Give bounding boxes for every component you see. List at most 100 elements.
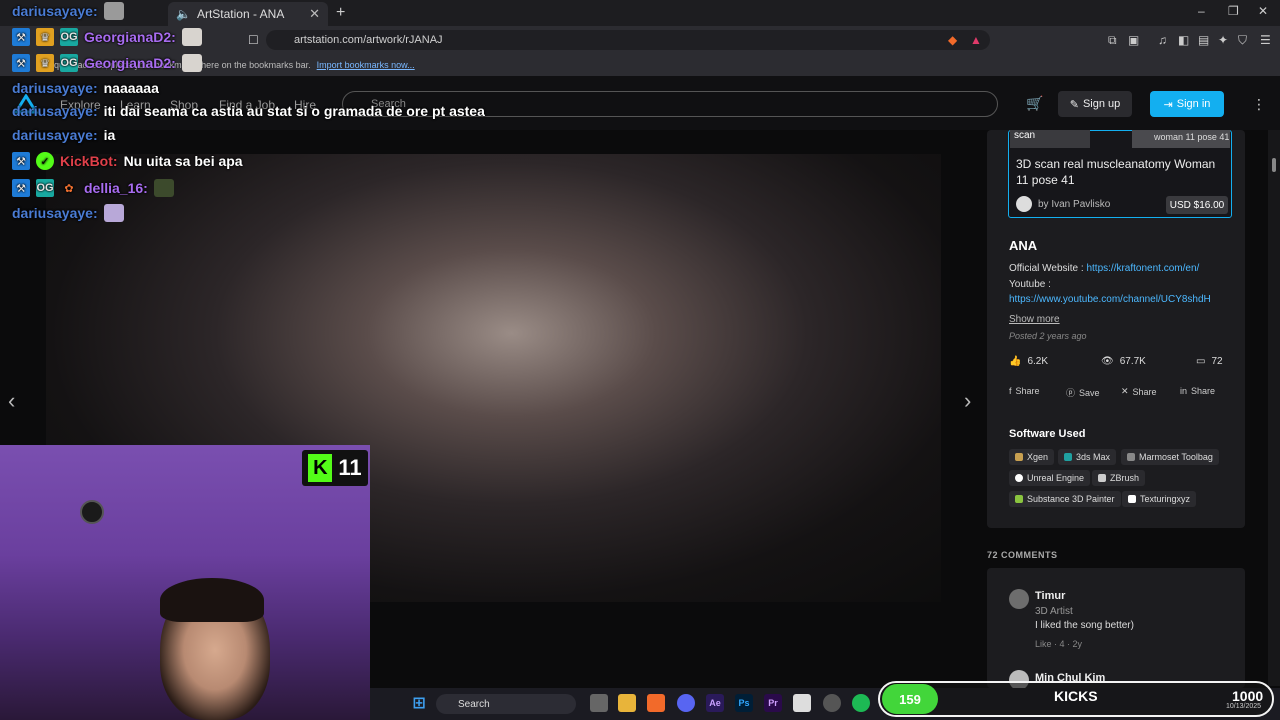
chat-message: dariusayaye: naaaaaa — [12, 80, 159, 96]
pencil-icon: ✎ — [1069, 98, 1079, 111]
likes-count: 6.2K — [1027, 356, 1049, 367]
file-explorer-icon[interactable] — [618, 694, 636, 712]
more-options-icon[interactable]: ⋮ — [1252, 96, 1266, 113]
brave-browser-icon[interactable] — [647, 694, 665, 712]
sign-in-label: Sign in — [1176, 98, 1211, 110]
chat-message: ⚒ ✓ KickBot: Nu uita sa bei apa — [12, 152, 243, 170]
promo-title[interactable]: 3D scan real muscleanatomy Woman 11 pose… — [1016, 156, 1228, 188]
music-icon[interactable]: ♫ — [1158, 33, 1167, 47]
chat-username: KickBot: — [60, 153, 118, 169]
unreal-engine-icon — [1015, 474, 1023, 482]
software-label: Marmoset Toolbag — [1139, 452, 1213, 462]
windows-start-icon[interactable]: ⊞ — [410, 694, 428, 712]
verified-badge-icon: ✓ — [36, 152, 54, 170]
chat-message: dariusayaye: — [12, 204, 124, 222]
task-view-icon[interactable] — [590, 694, 608, 712]
software-chip-3ds-max[interactable]: 3ds Max — [1058, 449, 1117, 465]
sign-up-button[interactable]: ✎ Sign up — [1058, 91, 1132, 117]
comments-header: 72 COMMENTS — [987, 550, 1058, 560]
login-icon: ⇥ — [1163, 98, 1173, 111]
x-share-button[interactable]: ✕ Share — [1121, 386, 1157, 397]
leo-icon[interactable]: ✦ — [1218, 33, 1228, 47]
kick-logo-icon: K — [308, 454, 333, 482]
chat-message: dariusayaye: iti dai seama ca astia au s… — [12, 103, 485, 119]
views-count: 67.7K — [1119, 356, 1146, 367]
url-field[interactable]: artstation.com/artwork/rJANAJ — [266, 30, 990, 50]
previous-artwork-arrow-icon[interactable]: ‹ — [8, 388, 15, 414]
comments-count: 72 — [1211, 356, 1223, 367]
promo-thumbnail-caption: woman 11 pose 41 — [1132, 130, 1230, 148]
marmoset-icon — [1127, 453, 1135, 461]
software-used-title: Software Used — [1009, 428, 1086, 440]
next-artwork-arrow-icon[interactable]: › — [964, 388, 971, 414]
brave-shield-icon[interactable]: ◆ — [948, 33, 957, 47]
chat-text: ia — [103, 127, 116, 143]
close-window-button[interactable]: ✕ — [1258, 4, 1268, 18]
youtube-link[interactable]: https://www.youtube.com/channel/UCY8shdH — [1009, 294, 1211, 305]
comment-author[interactable]: Timur — [1035, 590, 1065, 602]
chat-username: GeorgianaD2: — [84, 55, 176, 71]
brave-rewards-icon[interactable]: ▲ — [970, 33, 982, 47]
import-bookmarks-link[interactable]: Import bookmarks now... — [317, 60, 415, 70]
thumbs-up-icon: 👍 — [1009, 356, 1022, 367]
bookmark-icon[interactable]: ☐ — [248, 33, 259, 47]
obs-icon[interactable] — [823, 694, 841, 712]
software-label: Texturingxyz — [1140, 494, 1191, 504]
pinterest-save-button[interactable]: ⓟ Save — [1066, 386, 1100, 399]
software-chip-unreal[interactable]: Unreal Engine — [1009, 470, 1091, 486]
scrollbar-thumb[interactable] — [1272, 158, 1276, 172]
emote-icon — [103, 204, 124, 222]
capcut-icon[interactable] — [793, 694, 811, 712]
extensions-icon[interactable]: ⧉ — [1108, 33, 1117, 48]
linkedin-share-button[interactable]: in Share — [1180, 386, 1215, 396]
photoshop-icon[interactable]: Ps — [735, 694, 753, 712]
moderator-badge-icon: ⚒ — [12, 179, 30, 197]
after-effects-icon[interactable]: Ae — [706, 694, 724, 712]
substance-icon — [1015, 495, 1023, 503]
minimize-button[interactable]: – — [1198, 4, 1205, 18]
software-chip-substance[interactable]: Substance 3D Painter — [1009, 491, 1121, 507]
sidebar-icon[interactable]: ◧ — [1178, 33, 1189, 47]
close-tab-icon[interactable]: ✕ — [309, 6, 320, 22]
software-chip-texturingxyz[interactable]: Texturingxyz — [1122, 491, 1197, 507]
comment-meta[interactable]: Like · 4 · 2y — [1035, 639, 1082, 649]
page-scrollbar[interactable] — [1268, 130, 1280, 686]
software-chip-marmoset[interactable]: Marmoset Toolbag — [1121, 449, 1219, 465]
cat-emote-icon — [181, 28, 202, 46]
software-chip-xgen[interactable]: Xgen — [1009, 449, 1055, 465]
facebook-share-button[interactable]: f Share — [1009, 386, 1040, 396]
website-label: Official Website : — [1009, 263, 1084, 274]
promo-author[interactable]: by Ivan Pavlisko — [1016, 196, 1110, 212]
discord-icon[interactable] — [677, 694, 695, 712]
speaker-icon: 🔈 — [176, 7, 191, 21]
comment-text: I liked the song better) — [1035, 620, 1134, 631]
comments-stat[interactable]: ▭ 72 — [1196, 356, 1223, 367]
emote-icon — [153, 179, 174, 197]
vpn-icon[interactable]: ⛉ — [1238, 33, 1247, 48]
show-more-link[interactable]: Show more — [1009, 314, 1060, 325]
new-tab-button[interactable]: + — [336, 4, 345, 22]
maximize-button[interactable]: ❐ — [1228, 4, 1239, 18]
website-link[interactable]: https://kraftonent.com/en/ — [1086, 263, 1199, 274]
views-stat: 👁 67.7K — [1101, 356, 1146, 367]
chat-username: dariusayaye: — [12, 103, 98, 119]
menu-icon[interactable]: ☰ — [1260, 33, 1271, 47]
spotify-icon[interactable] — [852, 694, 870, 712]
screenshot-icon[interactable]: ▣ — [1128, 33, 1139, 47]
share-label: Share — [1015, 386, 1040, 396]
sign-up-label: Sign up — [1082, 98, 1121, 110]
taskbar-search[interactable]: Search — [436, 694, 576, 714]
chat-username: dellia_16: — [84, 180, 148, 196]
commenter-avatar[interactable] — [1009, 589, 1029, 609]
sign-in-button[interactable]: ⇥ Sign in — [1150, 91, 1224, 117]
eye-icon: 👁 — [1101, 356, 1114, 367]
wallet-icon[interactable]: ▤ — [1198, 33, 1209, 47]
likes-stat[interactable]: 👍 6.2K — [1009, 356, 1048, 367]
software-chip-zbrush[interactable]: ZBrush — [1092, 470, 1146, 486]
cart-icon[interactable]: 🛒 — [1026, 95, 1043, 112]
og-badge-icon: OG — [60, 28, 78, 46]
browser-tab[interactable]: 🔈 ArtStation - ANA ✕ — [168, 2, 328, 26]
premiere-icon[interactable]: Pr — [764, 694, 782, 712]
streamer-hair — [160, 578, 264, 622]
crown-badge-icon: ♛ — [36, 28, 54, 46]
